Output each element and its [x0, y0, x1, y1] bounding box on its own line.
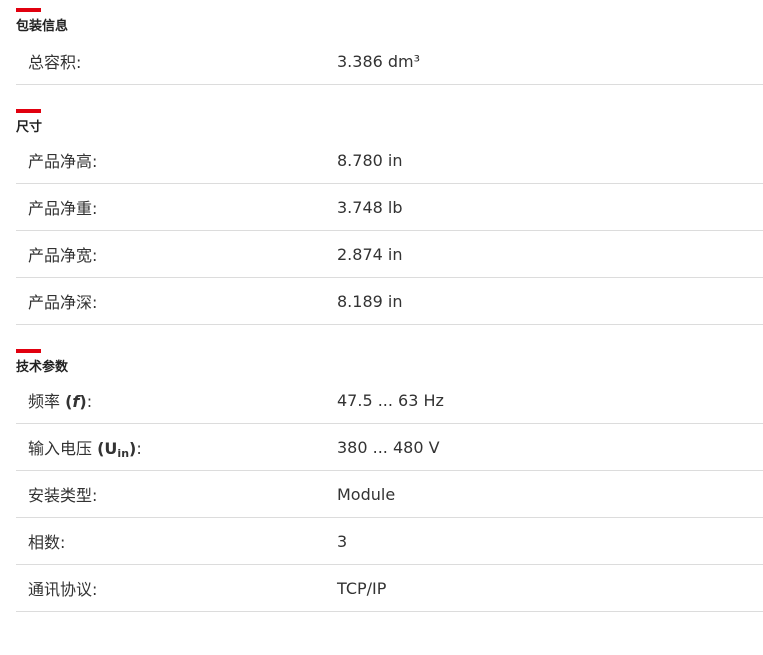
- spec-label: 通讯协议:: [28, 580, 98, 599]
- spec-value: Module: [337, 484, 396, 504]
- spec-page: 包装信息 总容积: 3.386 dm³ 尺寸 产品净高: 8.780 in 产品…: [16, 0, 763, 612]
- section-marker: [16, 8, 41, 12]
- frequency-symbol: f: [72, 392, 80, 411]
- section-technical: 技术参数 频率 (f): 47.5 ... 63 Hz 输入电压 (Uin): …: [16, 325, 763, 612]
- spec-value: 8.780 in: [337, 150, 403, 170]
- spec-label: 产品净高:: [28, 152, 98, 171]
- section-title: 尺寸: [16, 120, 43, 135]
- spec-value: 380 ... 480 V: [337, 437, 440, 457]
- spec-label: 产品净深:: [28, 293, 98, 312]
- section-title: 包装信息: [16, 19, 69, 34]
- section-packaging: 包装信息 总容积: 3.386 dm³: [16, 0, 763, 85]
- spec-label: 安装类型:: [28, 486, 98, 505]
- spec-value: 8.189 in: [337, 291, 403, 311]
- section-marker: [16, 109, 41, 113]
- spec-row-total-volume: 总容积: 3.386 dm³: [16, 38, 763, 85]
- spec-label: 产品净重:: [28, 199, 98, 218]
- spec-row-protocol: 通讯协议: TCP/IP: [16, 565, 763, 612]
- spec-value: 3.386 dm³: [337, 51, 421, 71]
- voltage-symbol: U: [104, 438, 118, 458]
- spec-row-net-width: 产品净宽: 2.874 in: [16, 231, 763, 278]
- spec-value: TCP/IP: [337, 578, 387, 598]
- spec-row-input-voltage: 输入电压 (Uin): 380 ... 480 V: [16, 424, 763, 471]
- spec-row-net-height: 产品净高: 8.780 in: [16, 137, 763, 184]
- section-dimensions: 尺寸 产品净高: 8.780 in 产品净重: 3.748 lb 产品净宽: 2…: [16, 85, 763, 325]
- spec-label-text: 频率: [28, 392, 61, 411]
- spec-label: 产品净宽:: [28, 246, 98, 265]
- spec-label-text: 输入电压: [28, 438, 93, 458]
- spec-row-mounting-type: 安装类型: Module: [16, 471, 763, 518]
- spec-value: 47.5 ... 63 Hz: [337, 390, 444, 410]
- spec-value: 2.874 in: [337, 244, 403, 264]
- spec-label: 相数:: [28, 533, 66, 552]
- spec-row-phases: 相数: 3: [16, 518, 763, 565]
- spec-label: 输入电压 (Uin):: [28, 438, 142, 460]
- spec-value: 3.748 lb: [337, 197, 403, 217]
- spec-row-frequency: 频率 (f): 47.5 ... 63 Hz: [16, 377, 763, 424]
- section-marker: [16, 349, 41, 353]
- section-title: 技术参数: [16, 360, 69, 375]
- spec-row-net-weight: 产品净重: 3.748 lb: [16, 184, 763, 231]
- spec-row-net-depth: 产品净深: 8.189 in: [16, 278, 763, 325]
- spec-value: 3: [337, 531, 348, 551]
- voltage-subscript: in: [117, 446, 130, 460]
- spec-label: 总容积:: [28, 53, 82, 72]
- spec-label: 频率 (f):: [28, 392, 93, 411]
